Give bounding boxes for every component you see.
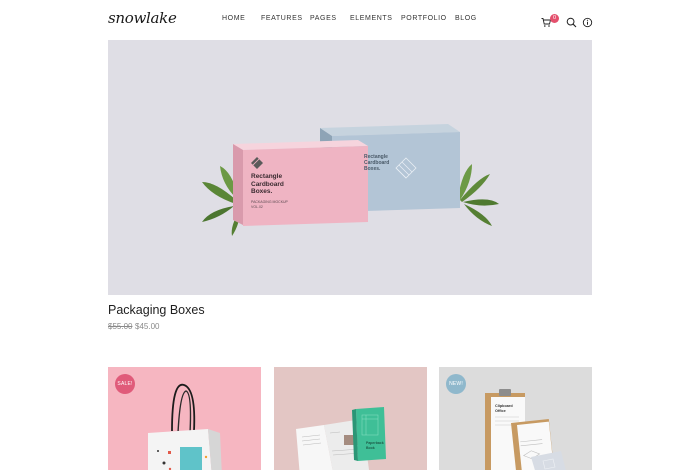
box-front-title: Rectangle Cardboard Boxes. (251, 173, 284, 195)
paperback-book-illustration (296, 407, 386, 470)
product-card-clipboard[interactable]: Clipboard Office NEW! (439, 367, 592, 470)
box-back-title: Rectangle Cardboard Boxes. (364, 154, 390, 172)
hero-product-image[interactable]: Rectangle Cardboard Boxes. PACKAGING MOC… (108, 40, 592, 295)
plant-right (458, 164, 499, 226)
site-header: snowlake HOME FEATURES PAGES ELEMENTS PO… (0, 0, 700, 40)
nav-features[interactable]: FEATURES (261, 15, 303, 22)
main-nav: HOME FEATURES PAGES ELEMENTS PORTFOLIO B… (0, 15, 700, 27)
old-price: $55.00 (108, 322, 133, 331)
new-price: $45.00 (135, 322, 160, 331)
search-icon[interactable] (566, 15, 577, 28)
nav-portfolio[interactable]: PORTFOLIO (401, 15, 447, 22)
product-card-book[interactable]: Paperback Book (274, 367, 427, 470)
nav-elements[interactable]: ELEMENTS (350, 15, 393, 22)
sale-badge: SALE! (115, 374, 135, 394)
nav-blog[interactable]: BLOG (455, 15, 477, 22)
cart-icon[interactable]: 0 (541, 14, 559, 27)
box-front-subtitle: PACKAGING MOCKUP VOL.02 (251, 200, 288, 209)
new-badge: NEW! (446, 374, 466, 394)
nav-home[interactable]: HOME (222, 15, 245, 22)
product-title[interactable]: Packaging Boxes (108, 303, 205, 317)
clipboard-title: Clipboard Office (495, 404, 513, 413)
nav-pages[interactable]: PAGES (310, 15, 337, 22)
book-cover-title: Paperback Book (366, 441, 384, 450)
cart-count-badge: 0 (550, 14, 559, 23)
boxes-illustration (202, 124, 499, 236)
product-card-bag[interactable]: SALE! (108, 367, 261, 470)
info-icon[interactable] (582, 15, 593, 28)
